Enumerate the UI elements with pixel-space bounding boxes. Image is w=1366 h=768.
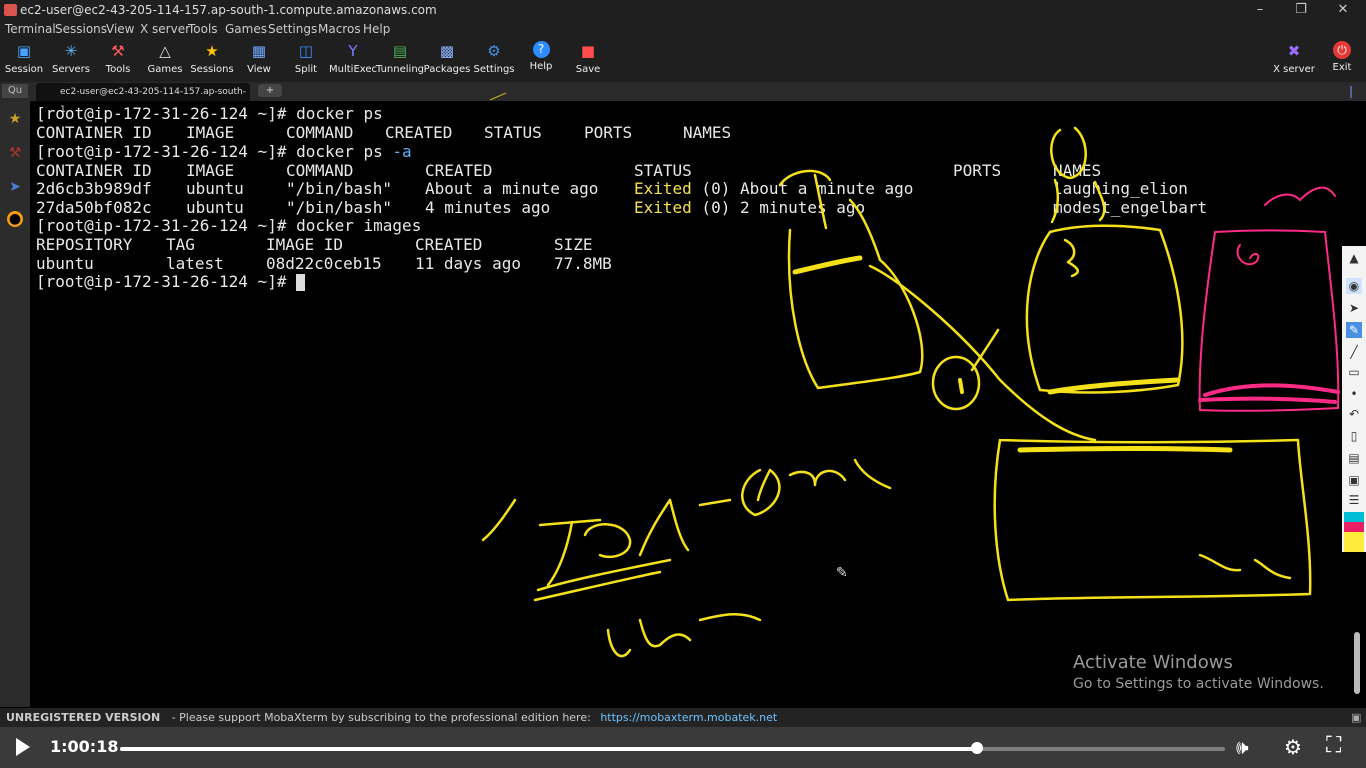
color-swatch-yellow[interactable] (1344, 532, 1364, 552)
pin-icon[interactable]: ▲ (1346, 250, 1362, 266)
line-icon[interactable]: ╱ (1346, 344, 1362, 360)
pen-cursor-icon: ✎ (836, 565, 848, 581)
annotation-stroke (1025, 224, 1184, 394)
status-bar: UNREGISTERED VERSION - Please support Mo… (0, 708, 1366, 727)
annotation-stroke (778, 169, 832, 230)
camera-icon[interactable]: ▣ (1346, 472, 1362, 488)
annotation-stroke (698, 458, 892, 517)
status-text: - Please support MobaXterm by subscribin… (171, 711, 591, 724)
eye-icon[interactable]: ◉ (1346, 278, 1362, 294)
color-swatch-pink[interactable] (1344, 522, 1364, 532)
mobaxterm-link[interactable]: https://mobaxterm.mobatek.net (600, 711, 777, 724)
printer-icon[interactable]: ▤ (1346, 450, 1362, 466)
annotation-stroke (1017, 446, 1233, 453)
activate-windows-watermark: Activate Windows Go to Settings to activ… (1073, 652, 1324, 692)
dot-icon[interactable]: • (1346, 386, 1362, 402)
annotation-stroke (1063, 238, 1079, 278)
annotation-stroke (481, 498, 517, 542)
annotation-stroke (1198, 553, 1292, 580)
video-player-bar: 1:00:18 🕪 ⚙ ⛶ (0, 727, 1366, 768)
seek-handle[interactable] (971, 742, 984, 754)
annotation-stroke (533, 558, 672, 602)
annotation-stroke (1236, 244, 1260, 266)
annotation-stroke (787, 198, 924, 390)
annotation-stroke (1050, 126, 1106, 224)
annotation-stroke (489, 92, 507, 101)
annotation-stroke (606, 613, 762, 658)
annotation-stroke (1198, 383, 1340, 404)
annotation-stroke (792, 255, 863, 275)
annotation-stroke (931, 355, 981, 411)
terminal-scrollbar[interactable] (1354, 632, 1360, 694)
seek-progress (120, 747, 978, 751)
undo-icon[interactable]: ↶ (1346, 406, 1362, 422)
volume-icon[interactable]: 🕪 (1236, 735, 1249, 759)
unregistered-label: UNREGISTERED VERSION (6, 711, 161, 724)
notes-icon[interactable]: ☰ (1346, 492, 1362, 508)
annotation-stroke (1047, 377, 1181, 395)
color-swatch-cyan[interactable] (1344, 512, 1364, 522)
trash-icon[interactable]: ▯ (1346, 428, 1362, 444)
pointer-icon[interactable]: ➤ (1346, 300, 1362, 316)
annotation-stroke (993, 438, 1312, 602)
highlighter-icon[interactable]: ✎ (1346, 322, 1362, 338)
fullscreen-icon[interactable]: ⛶ (1326, 733, 1341, 758)
gear-icon[interactable]: ⚙ (1284, 735, 1302, 759)
annotation-stroke (1264, 186, 1336, 206)
drawing-toolbar: ▲ ◉ ➤ ✎ ╱ ▭ • ↶ ▯ ▤ ▣ ☰ (1342, 246, 1366, 552)
eraser-icon[interactable]: ▭ (1346, 364, 1362, 380)
annotation-stroke (958, 378, 964, 394)
timecode: 1:00:18 (50, 737, 119, 756)
status-window-icon[interactable]: ▣ (1351, 708, 1361, 727)
seek-bar[interactable] (120, 747, 1225, 751)
play-icon[interactable] (16, 738, 30, 756)
